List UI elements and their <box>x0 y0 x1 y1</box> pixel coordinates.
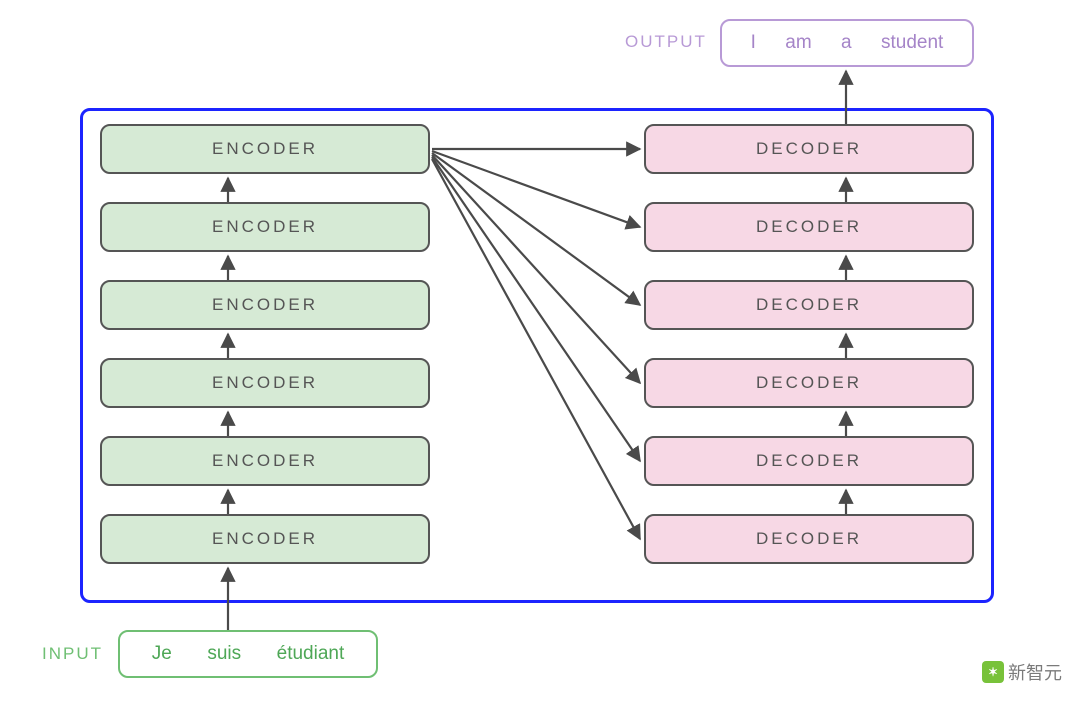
decoder-block-6: DECODER <box>644 124 974 174</box>
decoder-block-3: DECODER <box>644 358 974 408</box>
input-label: INPUT <box>42 644 103 664</box>
output-token: am <box>785 32 811 54</box>
decoder-block-5: DECODER <box>644 202 974 252</box>
encoder-block-3: ENCODER <box>100 358 430 408</box>
output-token: I <box>751 32 756 54</box>
encoder-block-5: ENCODER <box>100 202 430 252</box>
input-token: suis <box>207 643 241 665</box>
decoder-block-2: DECODER <box>644 436 974 486</box>
output-label: OUTPUT <box>625 32 707 52</box>
decoder-block-1: DECODER <box>644 514 974 564</box>
input-token: Je <box>152 643 172 665</box>
input-token: étudiant <box>277 643 345 665</box>
encoder-block-6: ENCODER <box>100 124 430 174</box>
encoder-block-2: ENCODER <box>100 436 430 486</box>
encoder-block-4: ENCODER <box>100 280 430 330</box>
watermark: ✶ 新智元 <box>982 659 1062 685</box>
input-box: Je suis étudiant <box>118 630 378 678</box>
watermark-text: 新智元 <box>1008 659 1062 685</box>
encoder-block-1: ENCODER <box>100 514 430 564</box>
output-token: student <box>881 32 943 54</box>
wechat-icon: ✶ <box>982 661 1004 683</box>
output-token: a <box>841 32 852 54</box>
output-box: I am a student <box>720 19 974 67</box>
decoder-block-4: DECODER <box>644 280 974 330</box>
